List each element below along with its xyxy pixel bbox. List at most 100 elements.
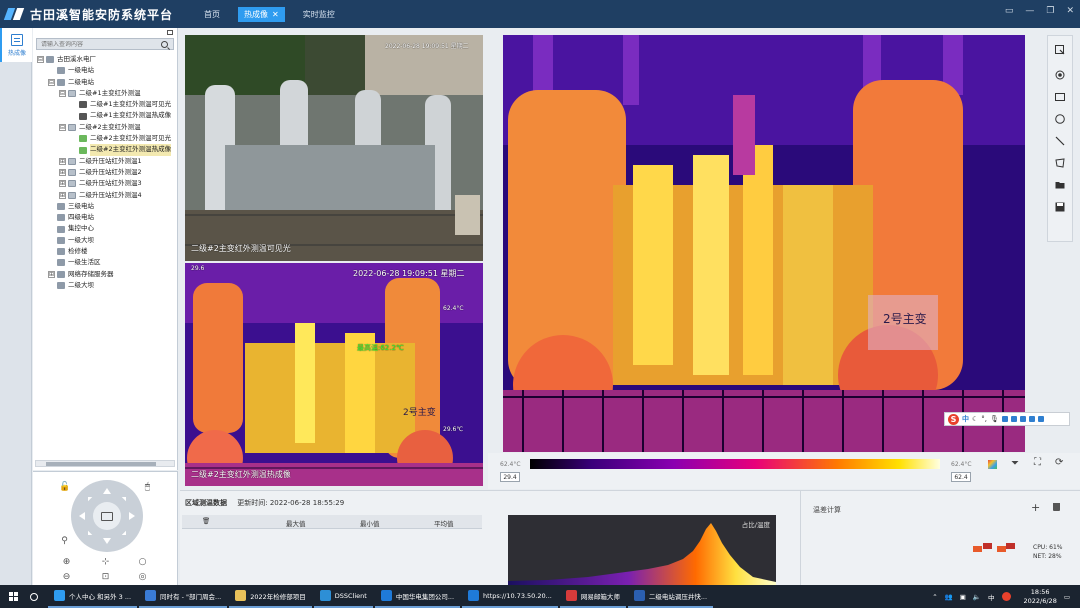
restore-icon[interactable]	[167, 30, 173, 35]
tray-volume-icon[interactable]: 🔈	[973, 593, 981, 601]
scrollbar-thumb[interactable]	[46, 462, 156, 466]
tree-node[interactable]: 三级电站	[33, 201, 177, 212]
tray-ime-indicator[interactable]: 中	[988, 592, 995, 602]
tree-node[interactable]: ⊟ 二级电站	[33, 77, 177, 88]
tree-node[interactable]: ⊞ 二级升压站红外测温4	[33, 190, 177, 201]
ime-mode[interactable]: 中	[962, 414, 969, 424]
line-tool-icon[interactable]	[1048, 130, 1072, 152]
tree-node[interactable]: ⊞ 二级升压站红外测温1	[33, 156, 177, 167]
tree-node[interactable]: 集控中心	[33, 223, 177, 234]
tree-node[interactable]: ⊞ 网络存储服务器	[33, 269, 177, 280]
tree-node[interactable]: ⊞ 二级升压站红外测温3	[33, 178, 177, 189]
ime-mic-icon[interactable]: 🎙	[990, 415, 999, 423]
expand-toggle-icon[interactable]: ⊞	[59, 157, 66, 165]
location-pin-icon[interactable]: ⚲	[60, 537, 69, 546]
expand-toggle-icon[interactable]: ⊞	[48, 270, 55, 278]
maximize-icon[interactable]: ❐	[1046, 6, 1054, 16]
taskbar-app[interactable]: 同时有 - "部门周会...	[139, 585, 228, 608]
tree-node[interactable]: 二级#1主变红外测温可见光	[33, 99, 177, 110]
ellipse-tool-icon[interactable]	[1048, 108, 1072, 130]
taskbar-clock[interactable]: 18:56 2022/6/28	[1024, 588, 1057, 606]
scale-min-input[interactable]: 29.4	[500, 472, 520, 482]
iris-open-icon[interactable]: ○	[138, 558, 147, 567]
notification-icon[interactable]: ▭	[1064, 593, 1070, 601]
zoom-in-icon[interactable]: ⊕	[62, 558, 71, 567]
windows-start-icon[interactable]	[9, 592, 18, 601]
taskbar-app[interactable]: 中国华电集团公司...	[374, 585, 461, 608]
tree-node[interactable]: 一级大坝	[33, 235, 177, 246]
tree-node[interactable]: ⊟ 二级#2主变红外测温	[33, 122, 177, 133]
tree-node[interactable]: ⊞ 二级升压站红外测温2	[33, 167, 177, 178]
ime-user-icon[interactable]	[1019, 416, 1026, 422]
taskbar-app[interactable]: 二级电站调压井快...	[627, 585, 714, 608]
ptz-down-arrow-icon[interactable]	[103, 538, 111, 548]
filter-icon[interactable]: ⏷	[1011, 458, 1019, 469]
collapse-toggle-icon[interactable]: ⊟	[59, 123, 66, 131]
ime-shirt-icon[interactable]	[1028, 416, 1035, 422]
close-window-icon[interactable]: ✕	[1066, 6, 1074, 16]
add-calc-button[interactable]: +	[1031, 501, 1040, 514]
rectangle-tool-icon[interactable]	[1048, 86, 1072, 108]
taskbar-app[interactable]: 2022年检修部项目	[229, 585, 312, 608]
ptz-down-right-arrow-icon[interactable]	[121, 530, 131, 540]
iris-close-icon[interactable]: ◎	[138, 573, 147, 582]
ptz-down-left-arrow-icon[interactable]	[83, 530, 93, 540]
ptz-up-left-arrow-icon[interactable]	[83, 492, 93, 502]
tree-node[interactable]: 二级#2主变红外测温热成像	[33, 144, 177, 156]
tree-node[interactable]: 一级电站	[33, 65, 177, 76]
expand-toggle-icon[interactable]: ⊞	[59, 169, 66, 177]
ptz-center-button[interactable]	[93, 502, 121, 530]
tray-network-icon[interactable]: ▣	[960, 593, 966, 601]
tray-people-icon[interactable]: 👥	[945, 593, 953, 601]
fullscreen-icon[interactable]: ⛶	[1034, 457, 1041, 468]
ptz-joystick[interactable]	[71, 480, 143, 552]
collapse-toggle-icon[interactable]: ⊟	[48, 78, 55, 86]
palette-icon[interactable]	[988, 460, 997, 469]
mouse-icon[interactable]: 🖱	[143, 483, 152, 492]
minimize-icon[interactable]: —	[1025, 6, 1034, 16]
collapse-toggle-icon[interactable]: ⊟	[59, 90, 66, 98]
focus-near-icon[interactable]: ⊹	[101, 558, 110, 567]
tab-live-monitor[interactable]: 实时监控	[297, 7, 341, 22]
tab-thermal[interactable]: 热成像 ✕	[238, 6, 285, 22]
ptz-left-arrow-icon[interactable]	[75, 512, 85, 520]
close-tab-icon[interactable]: ✕	[272, 10, 279, 19]
ptz-up-arrow-icon[interactable]	[103, 484, 111, 494]
search-icon[interactable]	[161, 40, 168, 48]
thermal-preview-video[interactable]: 29.6 2022-06-28 19:09:51 星期二 62.4°C 最高温:…	[185, 263, 483, 486]
tray-chevron-icon[interactable]: ⌃	[932, 593, 937, 601]
tree-node[interactable]: 四级电站	[33, 212, 177, 223]
ime-punct-icon[interactable]: °,	[981, 415, 987, 423]
ime-keyboard-icon[interactable]	[1001, 416, 1008, 422]
lock-icon[interactable]: 🔓	[59, 483, 70, 492]
polygon-tool-icon[interactable]	[1048, 152, 1072, 174]
select-tool-icon[interactable]	[1048, 36, 1072, 64]
delete-calc-icon[interactable]	[1053, 503, 1060, 511]
zoom-out-icon[interactable]: ⊖	[62, 573, 71, 582]
taskbar-app[interactable]: DSSClient	[313, 585, 373, 608]
tree-node[interactable]: 二级大坝	[33, 280, 177, 291]
tree-node[interactable]: 检修楼	[33, 246, 177, 257]
refresh-icon[interactable]: ⟳	[1055, 457, 1063, 468]
expand-toggle-icon[interactable]: ⊞	[59, 191, 66, 199]
taskbar-app[interactable]: 网易邮箱大师	[559, 585, 626, 608]
taskbar-app[interactable]: 个人中心 和另外 3 ...	[48, 585, 138, 608]
tree-search-input[interactable]	[37, 40, 157, 48]
tree-horizontal-scrollbar[interactable]	[35, 460, 175, 467]
taskbar-app[interactable]: https://10.73.50.20...	[462, 585, 558, 608]
tree-node[interactable]: 二级#1主变红外测温热成像	[33, 110, 177, 121]
expand-toggle-icon[interactable]: ⊞	[59, 180, 66, 188]
collapse-toggle-icon[interactable]: ⊟	[37, 56, 44, 64]
tray-sogou-icon[interactable]	[1001, 592, 1011, 601]
ime-skin-icon[interactable]	[1010, 416, 1017, 422]
tab-home[interactable]: 首页	[198, 7, 226, 22]
message-icon[interactable]: ▭	[1005, 6, 1014, 16]
save-icon[interactable]	[1048, 196, 1072, 218]
tree-node[interactable]: 二级#2主变红外测温可见光	[33, 133, 177, 144]
ime-grid-icon[interactable]	[1037, 416, 1044, 422]
point-tool-icon[interactable]	[1048, 64, 1072, 86]
open-folder-icon[interactable]	[1048, 174, 1072, 196]
visible-light-video[interactable]: 2022-06-28 19:09:51 星期二 二级#2主变红外测温可见光	[185, 35, 483, 261]
taskbar-search-icon[interactable]	[30, 592, 38, 601]
thermal-main-video[interactable]: 2号主变	[503, 35, 1025, 452]
